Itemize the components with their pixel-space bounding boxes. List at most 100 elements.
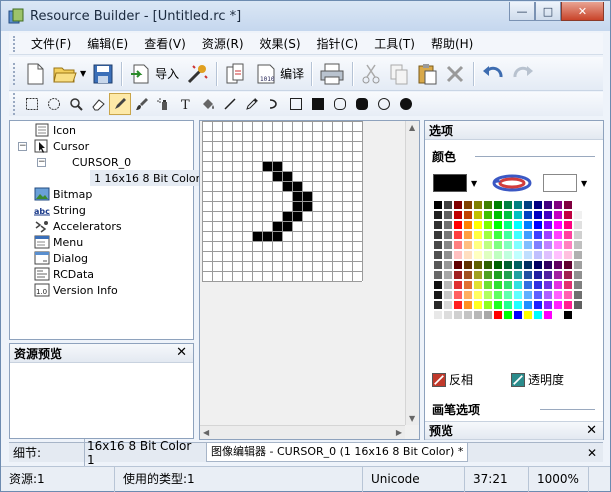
palette-color-swatch[interactable] (523, 240, 533, 250)
tree-item-rcdata[interactable]: RCData (34, 266, 94, 282)
rounded-rectangle-tool[interactable] (329, 93, 351, 115)
palette-color-swatch[interactable] (543, 300, 553, 310)
palette-color-swatch[interactable] (453, 310, 463, 320)
print-button[interactable] (316, 59, 348, 89)
palette-color-swatch[interactable] (573, 250, 583, 260)
palette-color-swatch[interactable] (533, 300, 543, 310)
palette-color-swatch[interactable] (513, 290, 523, 300)
toolbar-grip[interactable] (13, 62, 17, 85)
editor-horizontal-scrollbar[interactable]: ◀ ▶ (200, 425, 405, 439)
palette-color-swatch[interactable] (463, 220, 473, 230)
palette-color-swatch[interactable] (533, 310, 543, 320)
palette-color-swatch[interactable] (493, 270, 503, 280)
palette-color-swatch[interactable] (513, 200, 523, 210)
palette-color-swatch[interactable] (513, 250, 523, 260)
palette-color-swatch[interactable] (483, 210, 493, 220)
palette-color-swatch[interactable] (513, 230, 523, 240)
palette-color-swatch[interactable] (453, 210, 463, 220)
fill-tool[interactable] (197, 93, 219, 115)
text-tool[interactable]: T (175, 93, 197, 115)
palette-color-swatch[interactable] (563, 250, 573, 260)
palette-color-swatch[interactable] (473, 250, 483, 260)
palette-color-swatch[interactable] (573, 300, 583, 310)
color-picker-tool[interactable] (241, 93, 263, 115)
palette-color-swatch[interactable] (443, 290, 453, 300)
swap-colors-icon[interactable] (491, 172, 533, 194)
palette-color-swatch[interactable] (473, 300, 483, 310)
new-button[interactable] (21, 59, 49, 89)
scroll-left-icon[interactable]: ◀ (203, 428, 209, 437)
tree-item-version-info[interactable]: 1.0 Version Info (34, 282, 118, 298)
palette-color-swatch[interactable] (463, 310, 473, 320)
zoom-tool[interactable] (65, 93, 87, 115)
rect-select-tool[interactable] (21, 93, 43, 115)
palette-color-swatch[interactable] (473, 290, 483, 300)
palette-color-swatch[interactable] (563, 280, 573, 290)
palette-color-swatch[interactable] (463, 280, 473, 290)
palette-color-swatch[interactable] (473, 210, 483, 220)
palette-color-swatch[interactable] (513, 210, 523, 220)
palette-color-swatch[interactable] (463, 270, 473, 280)
palette-color-swatch[interactable] (443, 280, 453, 290)
palette-color-swatch[interactable] (453, 200, 463, 210)
palette-color-swatch[interactable] (533, 250, 543, 260)
menu-help[interactable]: 帮助(H) (423, 33, 481, 55)
minimize-button[interactable]: — (509, 2, 535, 21)
palette-color-swatch[interactable] (513, 270, 523, 280)
palette-color-swatch[interactable] (463, 230, 473, 240)
palette-color-swatch[interactable] (553, 240, 563, 250)
palette-color-swatch[interactable] (493, 310, 503, 320)
palette-color-swatch[interactable] (433, 220, 443, 230)
import-button[interactable]: 导入 (126, 59, 182, 89)
palette-color-swatch[interactable] (433, 200, 443, 210)
palette-color-swatch[interactable] (473, 280, 483, 290)
tree-item-dialog[interactable]: Dialog (34, 250, 88, 266)
scroll-up-icon[interactable]: ▲ (409, 123, 415, 132)
tree-collapse-cursor[interactable]: − (18, 142, 27, 151)
palette-color-swatch[interactable] (573, 310, 583, 320)
palette-color-swatch[interactable] (473, 230, 483, 240)
editor-vertical-scrollbar[interactable]: ▲ ▼ (405, 121, 419, 425)
palette-color-swatch[interactable] (433, 300, 443, 310)
palette-color-swatch[interactable] (563, 210, 573, 220)
palette-color-swatch[interactable] (503, 200, 513, 210)
palette-color-swatch[interactable] (513, 260, 523, 270)
palette-color-swatch[interactable] (513, 220, 523, 230)
tree-item-string[interactable]: abc String (34, 202, 86, 218)
palette-color-swatch[interactable] (433, 280, 443, 290)
palette-color-swatch[interactable] (573, 230, 583, 240)
palette-color-swatch[interactable] (483, 250, 493, 260)
palette-color-swatch[interactable] (433, 230, 443, 240)
palette-color-swatch[interactable] (543, 280, 553, 290)
palette-color-swatch[interactable] (473, 270, 483, 280)
palette-color-swatch[interactable] (553, 280, 563, 290)
palette-color-swatch[interactable] (573, 240, 583, 250)
palette-color-swatch[interactable] (483, 240, 493, 250)
undo-button[interactable] (478, 59, 508, 89)
ellipse-select-tool[interactable] (43, 93, 65, 115)
palette-color-swatch[interactable] (503, 250, 513, 260)
palette-color-swatch[interactable] (523, 270, 533, 280)
palette-color-swatch[interactable] (533, 210, 543, 220)
palette-color-swatch[interactable] (443, 250, 453, 260)
palette-color-swatch[interactable] (533, 230, 543, 240)
palette-color-swatch[interactable] (463, 210, 473, 220)
palette-color-swatch[interactable] (563, 260, 573, 270)
menu-resource[interactable]: 资源(R) (194, 33, 252, 55)
resource-preview-close-icon[interactable]: ✕ (176, 345, 187, 360)
palette-color-swatch[interactable] (523, 220, 533, 230)
palette-color-swatch[interactable] (503, 310, 513, 320)
palette-color-swatch[interactable] (553, 300, 563, 310)
palette-color-swatch[interactable] (523, 230, 533, 240)
palette-color-swatch[interactable] (483, 200, 493, 210)
palette-color-swatch[interactable] (523, 260, 533, 270)
invert-option[interactable]: 反相 (432, 371, 473, 388)
palette-color-swatch[interactable] (543, 200, 553, 210)
palette-color-swatch[interactable] (503, 240, 513, 250)
palette-color-swatch[interactable] (513, 310, 523, 320)
palette-color-swatch[interactable] (503, 210, 513, 220)
palette-color-swatch[interactable] (563, 290, 573, 300)
scroll-right-icon[interactable]: ▶ (396, 428, 402, 437)
palette-color-swatch[interactable] (433, 270, 443, 280)
palette-color-swatch[interactable] (463, 290, 473, 300)
